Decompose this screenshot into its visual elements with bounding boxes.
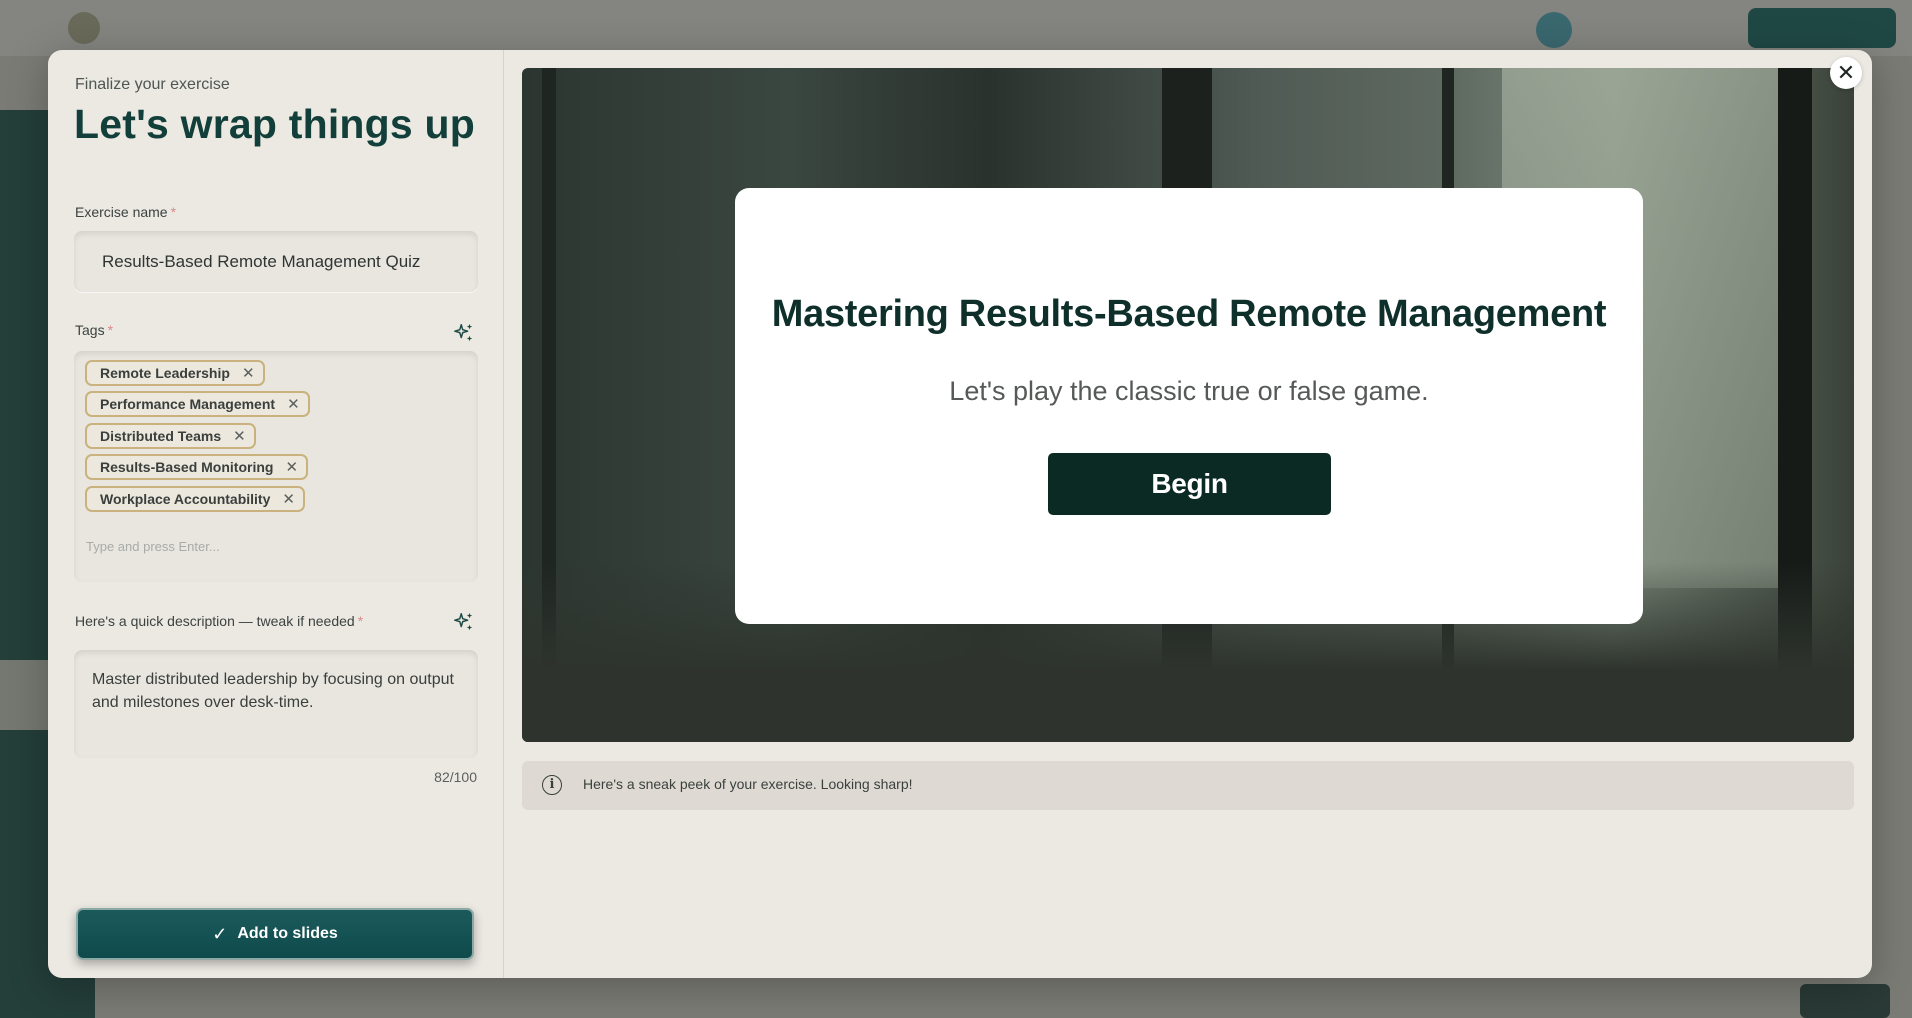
exercise-preview: Mastering Results-Based Remote Managemen… xyxy=(522,68,1854,742)
tag-label: Remote Leadership xyxy=(100,365,230,381)
preview-title: Mastering Results-Based Remote Managemen… xyxy=(771,293,1607,335)
tag-chip: Results-Based Monitoring ✕ xyxy=(85,454,309,480)
required-mark: * xyxy=(357,613,364,629)
required-mark: * xyxy=(107,322,114,338)
exercise-name-label: Exercise name * xyxy=(75,204,176,220)
close-icon: ✕ xyxy=(1836,60,1856,85)
remove-tag-icon[interactable]: ✕ xyxy=(285,460,298,475)
remove-tag-icon[interactable]: ✕ xyxy=(242,366,255,381)
exercise-name-value: Results-Based Remote Management Quiz xyxy=(102,252,421,271)
check-icon: ✓ xyxy=(212,923,228,944)
tag-label: Performance Management xyxy=(100,396,276,412)
modal-title: Let's wrap things up xyxy=(74,101,475,147)
exercise-name-input[interactable]: Results-Based Remote Management Quiz xyxy=(74,231,478,292)
remove-tag-icon[interactable]: ✕ xyxy=(282,492,295,507)
preview-subtitle: Let's play the classic true or false gam… xyxy=(949,376,1429,406)
tags-placeholder[interactable]: Type and press Enter... xyxy=(86,539,220,554)
exercise-name-label-text: Exercise name xyxy=(75,204,168,220)
description-label: Here's a quick description — tweak if ne… xyxy=(75,613,363,629)
tag-label: Workplace Accountability xyxy=(100,491,271,507)
add-to-slides-button[interactable]: ✓ Add to slides xyxy=(76,908,474,960)
required-mark: * xyxy=(170,204,177,220)
form-panel: Finalize your exercise Let's wrap things… xyxy=(48,50,504,978)
tags-label-text: Tags xyxy=(75,322,105,338)
finalize-exercise-modal: Finalize your exercise Let's wrap things… xyxy=(48,50,1872,978)
tag-chip: Performance Management ✕ xyxy=(85,391,310,417)
remove-tag-icon[interactable]: ✕ xyxy=(287,397,300,412)
modal-kicker: Finalize your exercise xyxy=(75,76,230,93)
preview-info-bar: i Here's a sneak peek of your exercise. … xyxy=(522,761,1854,810)
tags-label: Tags * xyxy=(75,322,113,338)
remove-tag-icon[interactable]: ✕ xyxy=(233,429,246,444)
generate-description-sparkle-icon[interactable] xyxy=(453,611,475,633)
generate-tags-sparkle-icon[interactable] xyxy=(453,322,475,344)
tag-chip: Distributed Teams ✕ xyxy=(85,423,256,449)
description-textarea[interactable]: Master distributed leadership by focusin… xyxy=(74,650,478,758)
tag-label: Results-Based Monitoring xyxy=(100,459,274,475)
info-icon: i xyxy=(542,775,562,795)
description-label-text: Here's a quick description — tweak if ne… xyxy=(75,613,355,629)
character-counter: 82/100 xyxy=(434,769,477,785)
tag-chip: Workplace Accountability ✕ xyxy=(85,486,305,512)
tag-chip: Remote Leadership ✕ xyxy=(85,360,265,386)
tag-label: Distributed Teams xyxy=(100,428,222,444)
tags-input[interactable]: Remote Leadership ✕ Performance Managemen… xyxy=(74,351,478,582)
begin-button[interactable]: Begin xyxy=(1048,453,1331,515)
preview-info-text: Here's a sneak peek of your exercise. Lo… xyxy=(583,776,913,792)
preview-card: Mastering Results-Based Remote Managemen… xyxy=(735,188,1643,624)
description-value: Master distributed leadership by focusin… xyxy=(92,671,454,711)
close-modal-button[interactable]: ✕ xyxy=(1830,57,1862,89)
add-to-slides-label: Add to slides xyxy=(237,925,338,942)
